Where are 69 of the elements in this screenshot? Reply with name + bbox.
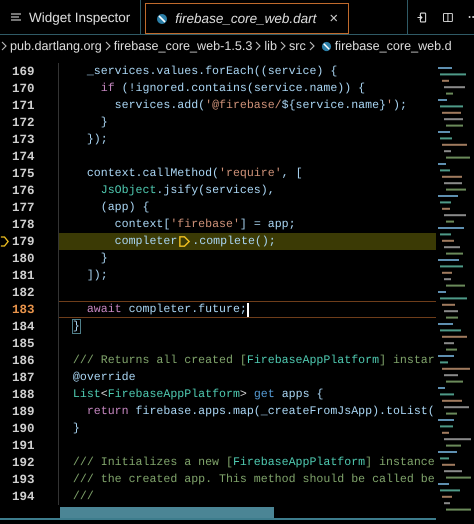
code-line: .complete(); bbox=[192, 235, 276, 248]
line-number: 185 bbox=[12, 336, 35, 350]
breadcrumb-item[interactable]: src bbox=[288, 39, 306, 53]
line-number: 184 bbox=[12, 320, 35, 334]
editor-tab[interactable]: Widget Inspector bbox=[0, 0, 142, 34]
breadcrumb-item[interactable]: firebase_core_web.d bbox=[334, 39, 452, 53]
code-line: /// Initializes a new [FirebaseAppPlatform] instance bbox=[72, 456, 435, 469]
code-line: List<FirebaseAppPlatform> get apps { bbox=[72, 388, 324, 401]
line-number: 192 bbox=[12, 456, 35, 470]
code-line: /// Returns all created [FirebaseAppPlatform] instar bbox=[72, 354, 435, 367]
code-line: } bbox=[72, 320, 80, 333]
inline-breakpoint-icon[interactable] bbox=[178, 235, 192, 248]
line-number: 186 bbox=[12, 354, 35, 368]
code-line: completer bbox=[114, 235, 178, 248]
code-line: await completer.future; bbox=[86, 303, 247, 316]
line-number: 188 bbox=[12, 388, 35, 402]
device-icon[interactable] bbox=[416, 10, 428, 24]
line-number: 176 bbox=[12, 184, 35, 198]
line-number: 187 bbox=[12, 370, 35, 384]
code-line: context['firebase'] = app; bbox=[114, 218, 296, 231]
line-number: 194 bbox=[12, 490, 35, 504]
chevron-icon bbox=[280, 41, 286, 51]
code-line: @override bbox=[72, 371, 136, 384]
line-number: 189 bbox=[12, 404, 35, 418]
breadcrumb-item[interactable]: lib bbox=[264, 39, 277, 53]
line-number: 181 bbox=[12, 268, 35, 282]
list-icon bbox=[10, 11, 22, 23]
line-number: 173 bbox=[12, 132, 35, 146]
code-line: (app) { bbox=[100, 201, 150, 214]
line-number: 171 bbox=[12, 98, 35, 112]
line-number: 170 bbox=[12, 82, 35, 96]
code-line: JsObject.jsify(services), bbox=[100, 184, 275, 197]
text-cursor bbox=[246, 302, 249, 316]
dart-file-icon bbox=[156, 12, 168, 24]
breadcrumb-item[interactable]: pub.dartlang.org bbox=[10, 39, 102, 53]
code-line: ]); bbox=[86, 269, 108, 282]
line-number: 175 bbox=[12, 166, 35, 180]
line-number: 182 bbox=[12, 286, 35, 300]
code-line: services.add('@firebase/${service.name}'); bbox=[114, 99, 407, 112]
editor-tab[interactable]: firebase_core_web.dart × bbox=[145, 3, 350, 34]
chevron-icon bbox=[1, 41, 7, 51]
code-line: }); bbox=[86, 133, 108, 146]
chevron-icon bbox=[104, 41, 111, 51]
line-number: 180 bbox=[12, 252, 35, 266]
line-number: 169 bbox=[12, 64, 35, 78]
line-number: 174 bbox=[12, 150, 35, 164]
line-number: 178 bbox=[12, 218, 35, 232]
chevron-icon bbox=[255, 41, 262, 51]
line-number: 191 bbox=[12, 438, 35, 452]
close-tab-button[interactable]: × bbox=[329, 10, 338, 27]
code-line: } bbox=[100, 116, 108, 129]
line-number: 172 bbox=[12, 116, 35, 130]
line-number: 177 bbox=[12, 200, 35, 214]
breadcrumb-item[interactable]: firebase_core_web-1.5.3 bbox=[114, 39, 252, 53]
line-number: 179 bbox=[12, 234, 35, 248]
code-line: context.callMethod('require', [ bbox=[86, 167, 303, 180]
code-line: if (!ignored.contains(service.name)) { bbox=[100, 82, 366, 95]
line-number: 193 bbox=[12, 472, 35, 486]
chevron-icon bbox=[308, 41, 315, 51]
code-line: return firebase.apps.map(_createFromJsApp).toList( bbox=[86, 405, 435, 418]
dart-file-icon bbox=[320, 40, 332, 52]
line-number: 183 bbox=[12, 302, 35, 316]
code-line: /// bbox=[72, 490, 94, 503]
code-line: /// the created app. This method should be called be bbox=[72, 473, 435, 486]
code-line: } bbox=[72, 422, 80, 435]
scrollbar-thumb[interactable] bbox=[60, 507, 274, 518]
line-number: 190 bbox=[12, 422, 35, 436]
code-line: } bbox=[100, 252, 108, 265]
code-line: _services.values.forEach((service) { bbox=[86, 65, 338, 78]
